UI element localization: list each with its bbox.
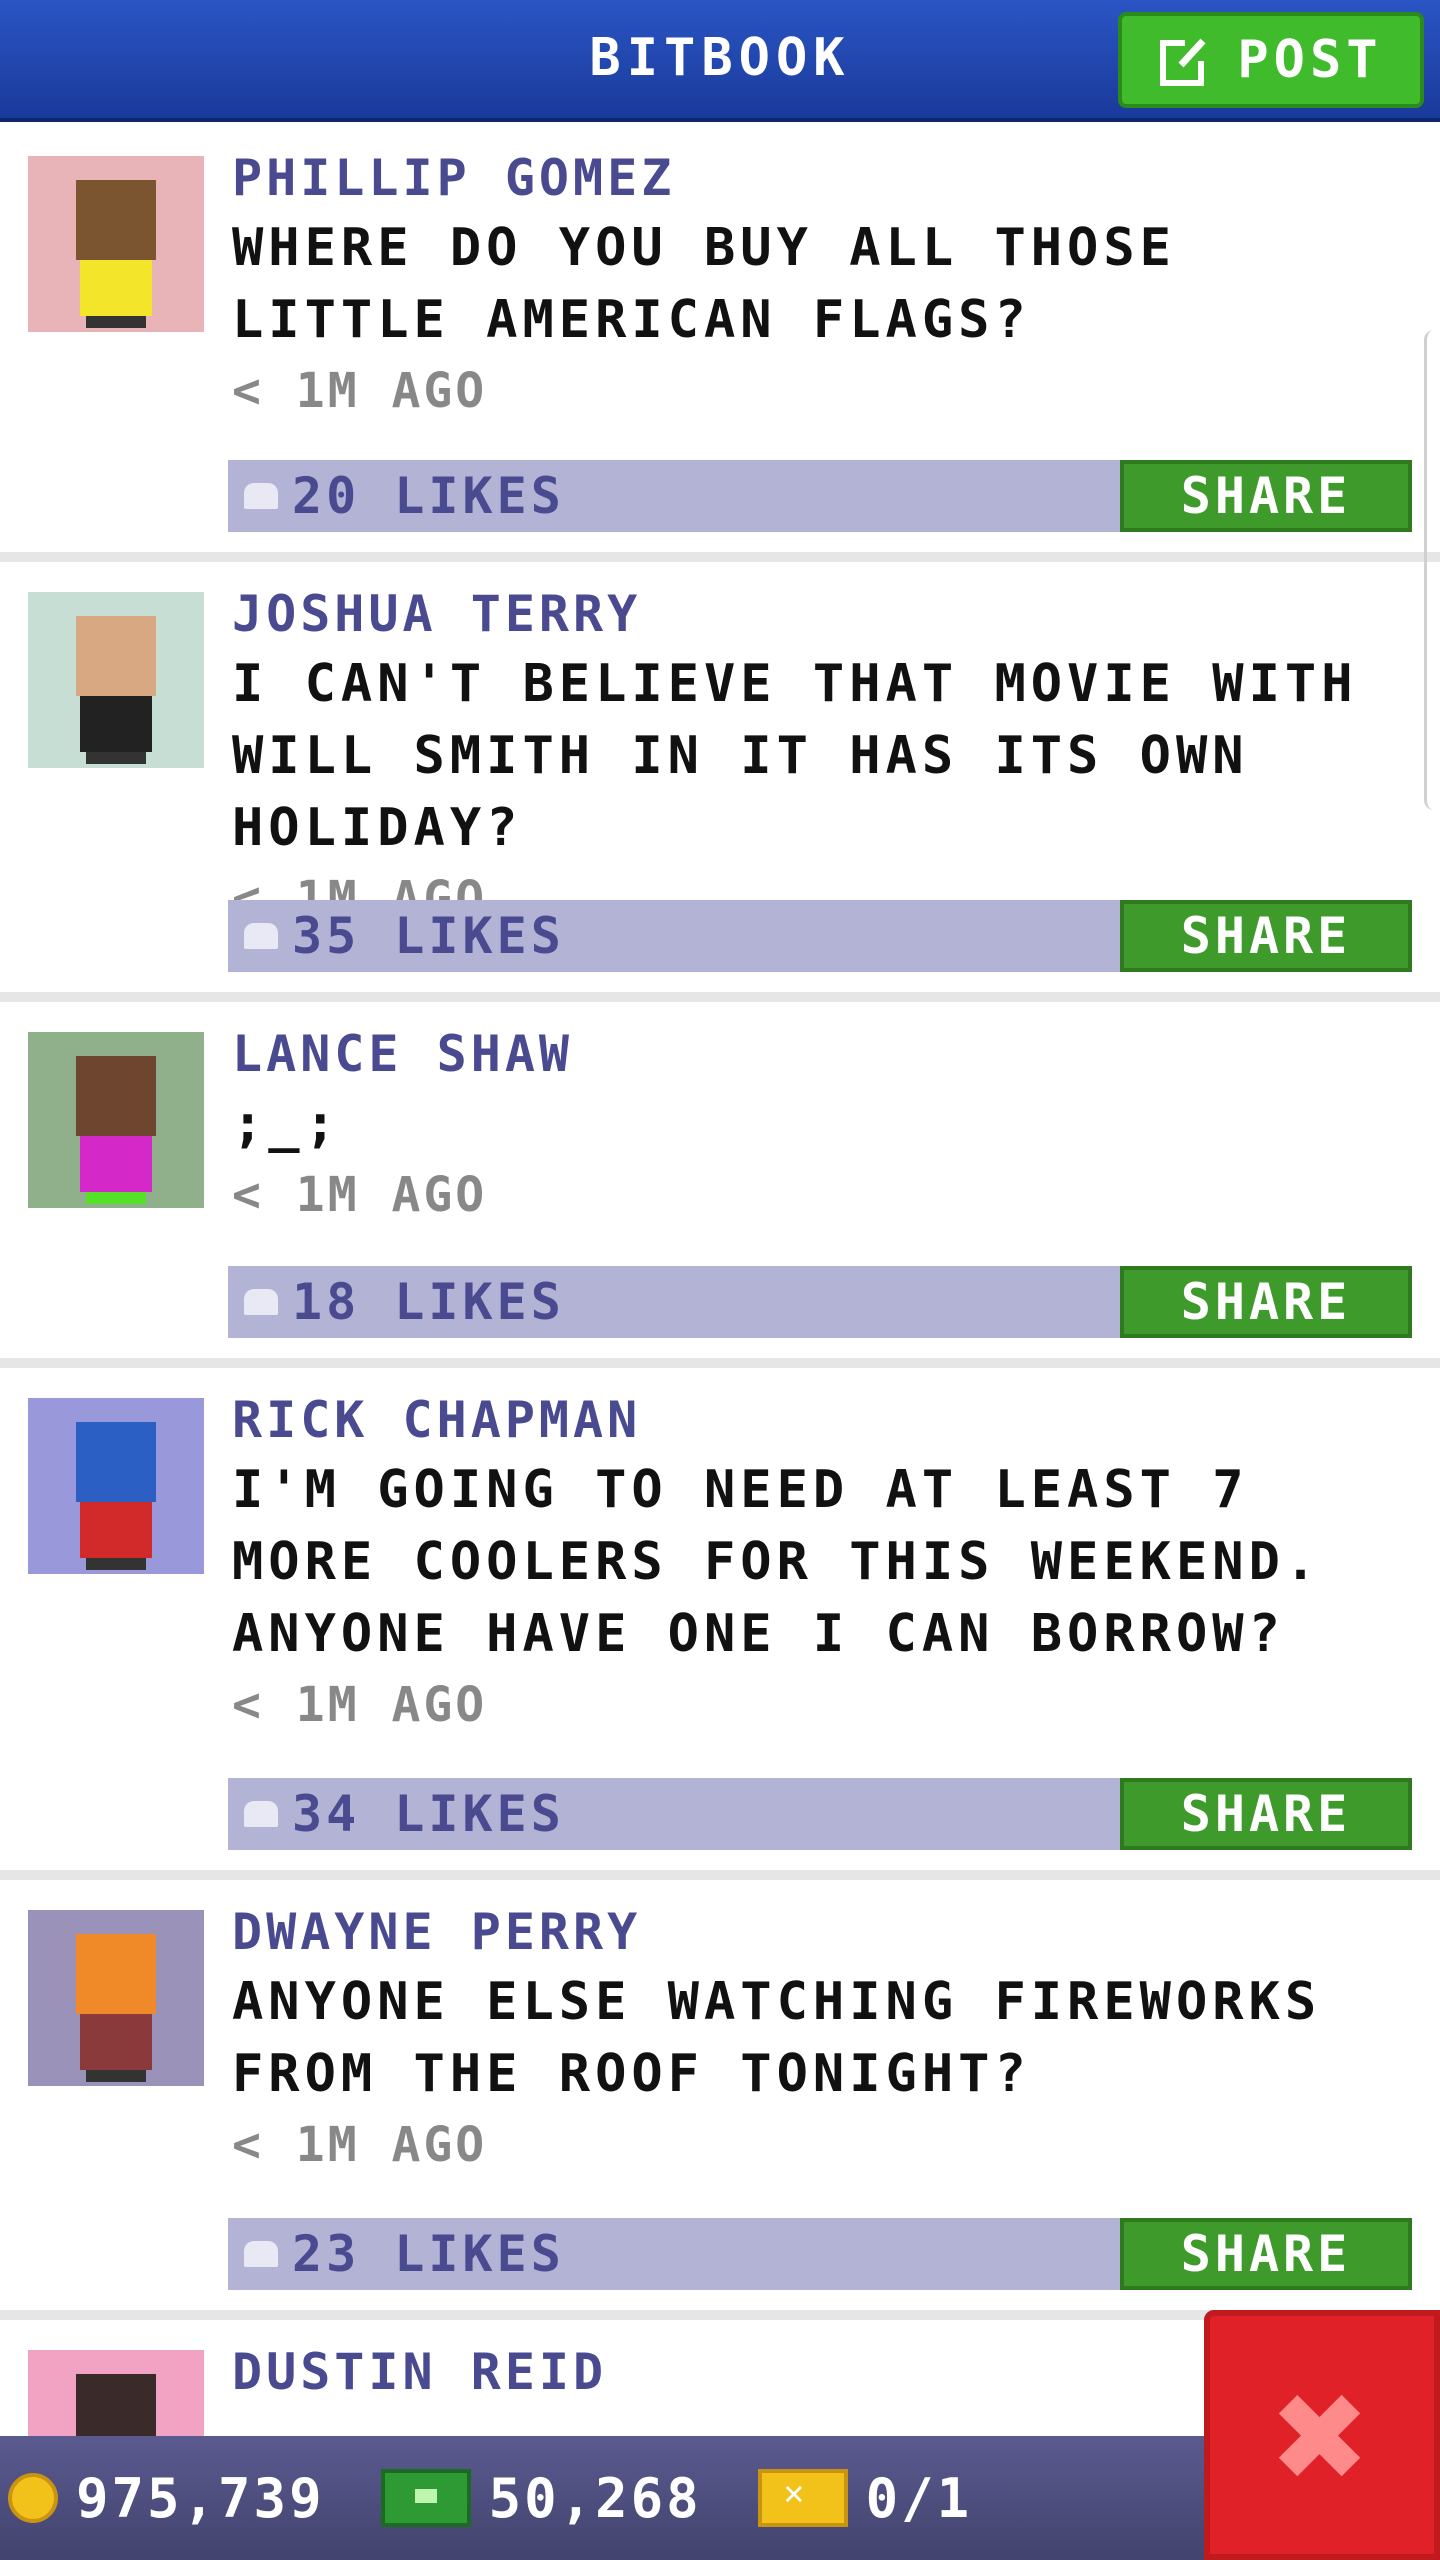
close-icon: ✖ [1273,2341,1371,2529]
post-button-label: POST [1237,30,1383,90]
like-count[interactable]: 23 LIKES [292,2225,565,2283]
post-action-bar: 20 LIKES SHARE [228,460,1412,532]
ticket-count: 0/1 [865,2466,973,2530]
coin-count: 975,739 [76,2466,325,2530]
post-time: < 1M AGO [232,1677,488,1733]
like-icon[interactable] [244,2241,278,2267]
close-button[interactable]: ✖ [1204,2310,1440,2560]
avatar[interactable] [28,1032,204,1208]
share-button[interactable]: SHARE [1120,1266,1412,1338]
avatar[interactable] [28,1910,204,2086]
like-icon[interactable] [244,923,278,949]
post-message: ;_; [232,1094,341,1154]
top-bar: BITBOOK POST [0,0,1440,122]
like-count[interactable]: 18 LIKES [292,1273,565,1331]
bux-icon [380,2469,471,2527]
feed-post: RICK CHAPMAN I'M GOING TO NEED AT LEAST … [0,1368,1440,1880]
like-count[interactable]: 34 LIKES [292,1785,565,1843]
scrollbar[interactable] [1424,330,1440,810]
compose-icon [1159,33,1213,87]
bux-count: 50,268 [488,2466,702,2530]
avatar[interactable] [28,1398,204,1574]
coin-icon [8,2473,58,2523]
like-icon[interactable] [244,483,278,509]
post-action-bar: 34 LIKES SHARE [228,1778,1412,1850]
like-icon[interactable] [244,1289,278,1315]
share-button[interactable]: SHARE [1120,460,1412,532]
share-button[interactable]: SHARE [1120,2218,1412,2290]
post-message: I CAN'T BELIEVE THAT MOVIE WITH WILL SMI… [232,654,1358,858]
post-button[interactable]: POST [1118,12,1424,108]
ticket-icon [757,2469,848,2527]
post-author[interactable]: PHILLIP GOMEZ [232,144,1412,212]
post-message: I'M GOING TO NEED AT LEAST 7 MORE COOLER… [232,1460,1322,1664]
feed[interactable]: PHILLIP GOMEZ WHERE DO YOU BUY ALL THOSE… [0,126,1440,2436]
feed-post: JOSHUA TERRY I CAN'T BELIEVE THAT MOVIE … [0,562,1440,1002]
post-author[interactable]: LANCE SHAW [232,1020,1412,1088]
feed-post: PHILLIP GOMEZ WHERE DO YOU BUY ALL THOSE… [0,126,1440,562]
feed-post: LANCE SHAW ;_; < 1M AGO 18 LIKES SHARE [0,1002,1440,1368]
like-count[interactable]: 20 LIKES [292,467,565,525]
post-time: < 1M AGO [232,2117,488,2173]
like-count[interactable]: 35 LIKES [292,907,565,965]
post-time: < 1M AGO [232,363,488,419]
post-message: WHERE DO YOU BUY ALL THOSE LITTLE AMERIC… [232,218,1176,350]
feed-post: DWAYNE PERRY ANYONE ELSE WATCHING FIREWO… [0,1880,1440,2320]
post-author[interactable]: RICK CHAPMAN [232,1386,1412,1454]
post-author[interactable]: JOSHUA TERRY [232,580,1412,648]
post-message: ANYONE ELSE WATCHING FIREWORKS FROM THE … [232,1972,1322,2104]
post-author[interactable]: DWAYNE PERRY [232,1898,1412,1966]
avatar[interactable] [28,156,204,332]
avatar[interactable] [28,592,204,768]
share-button[interactable]: SHARE [1120,900,1412,972]
post-action-bar: 35 LIKES SHARE [228,900,1412,972]
post-action-bar: 23 LIKES SHARE [228,2218,1412,2290]
post-time: < 1M AGO [232,1167,488,1223]
post-action-bar: 18 LIKES SHARE [228,1266,1412,1338]
like-icon[interactable] [244,1801,278,1827]
share-button[interactable]: SHARE [1120,1778,1412,1850]
avatar[interactable] [28,2350,204,2436]
